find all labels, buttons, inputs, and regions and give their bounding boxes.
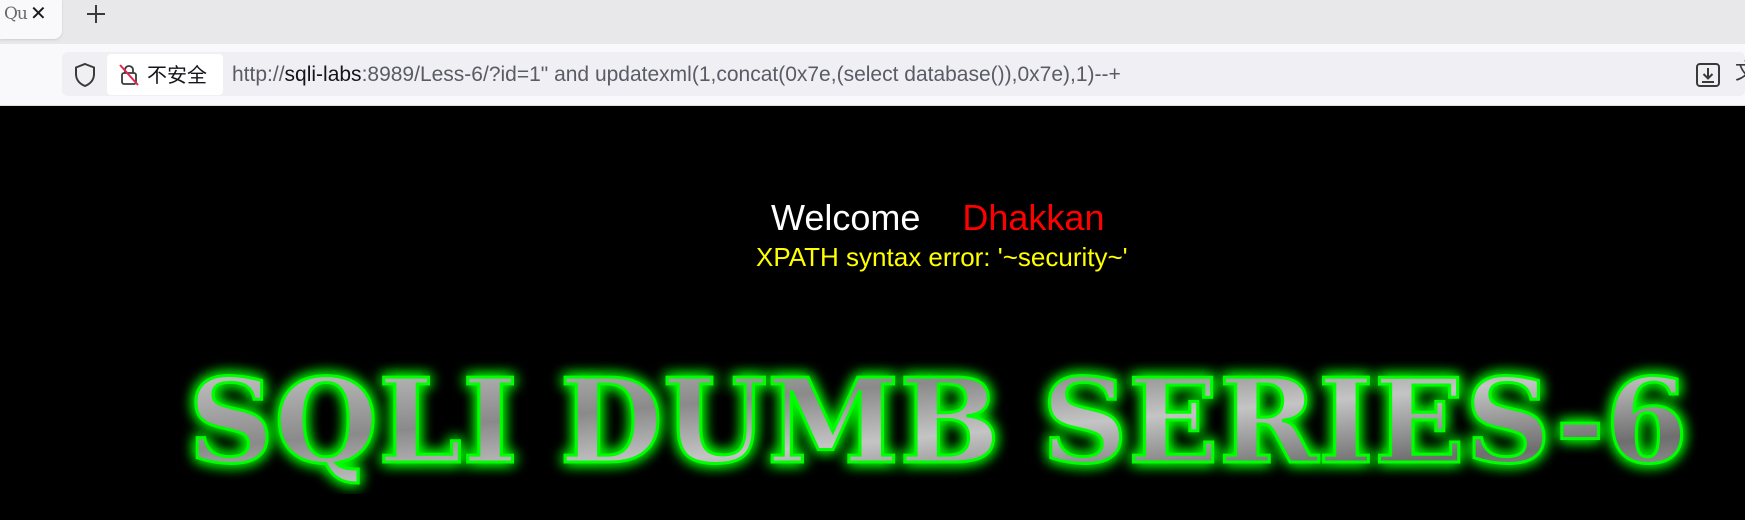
sqli-banner-logo: SQLI DUMB SERIES-6 — [187, 353, 1690, 492]
download-icon[interactable] — [1694, 61, 1722, 89]
welcome-text: Welcome — [771, 197, 921, 238]
tab-strip: Qu ✕ — [0, 0, 1745, 44]
welcome-name: Dhakkan — [962, 197, 1105, 238]
shield-icon[interactable] — [72, 62, 98, 88]
translate-icon[interactable]: 文 — [1735, 60, 1745, 86]
plus-icon[interactable] — [82, 0, 110, 28]
navigation-toolbar: 不安全 http://sqli-labs:8989/Less-6/?id=1" … — [0, 44, 1745, 106]
url-scheme: http:// — [232, 63, 285, 86]
welcome-heading: Welcome Dhakkan — [771, 198, 1104, 238]
url-text[interactable]: http://sqli-labs:8989/Less-6/?id=1" and … — [232, 63, 1121, 87]
lock-slash-icon — [119, 64, 139, 86]
security-label: 不安全 — [147, 63, 207, 87]
browser-tab[interactable]: Qu ✕ — [0, 0, 62, 39]
tab-close-icon[interactable]: ✕ — [30, 1, 47, 25]
error-message: XPATH syntax error: '~security~' — [756, 242, 1128, 272]
page-content: Welcome Dhakkan XPATH syntax error: '~sec… — [0, 106, 1745, 520]
url-path: :8989/Less-6/?id=1" and updatexml(1,conc… — [361, 63, 1121, 86]
banner-text: SQLI DUMB SERIES-6 — [188, 354, 1688, 490]
tab-title: Qu — [4, 4, 28, 24]
url-host: sqli-labs — [284, 63, 362, 86]
